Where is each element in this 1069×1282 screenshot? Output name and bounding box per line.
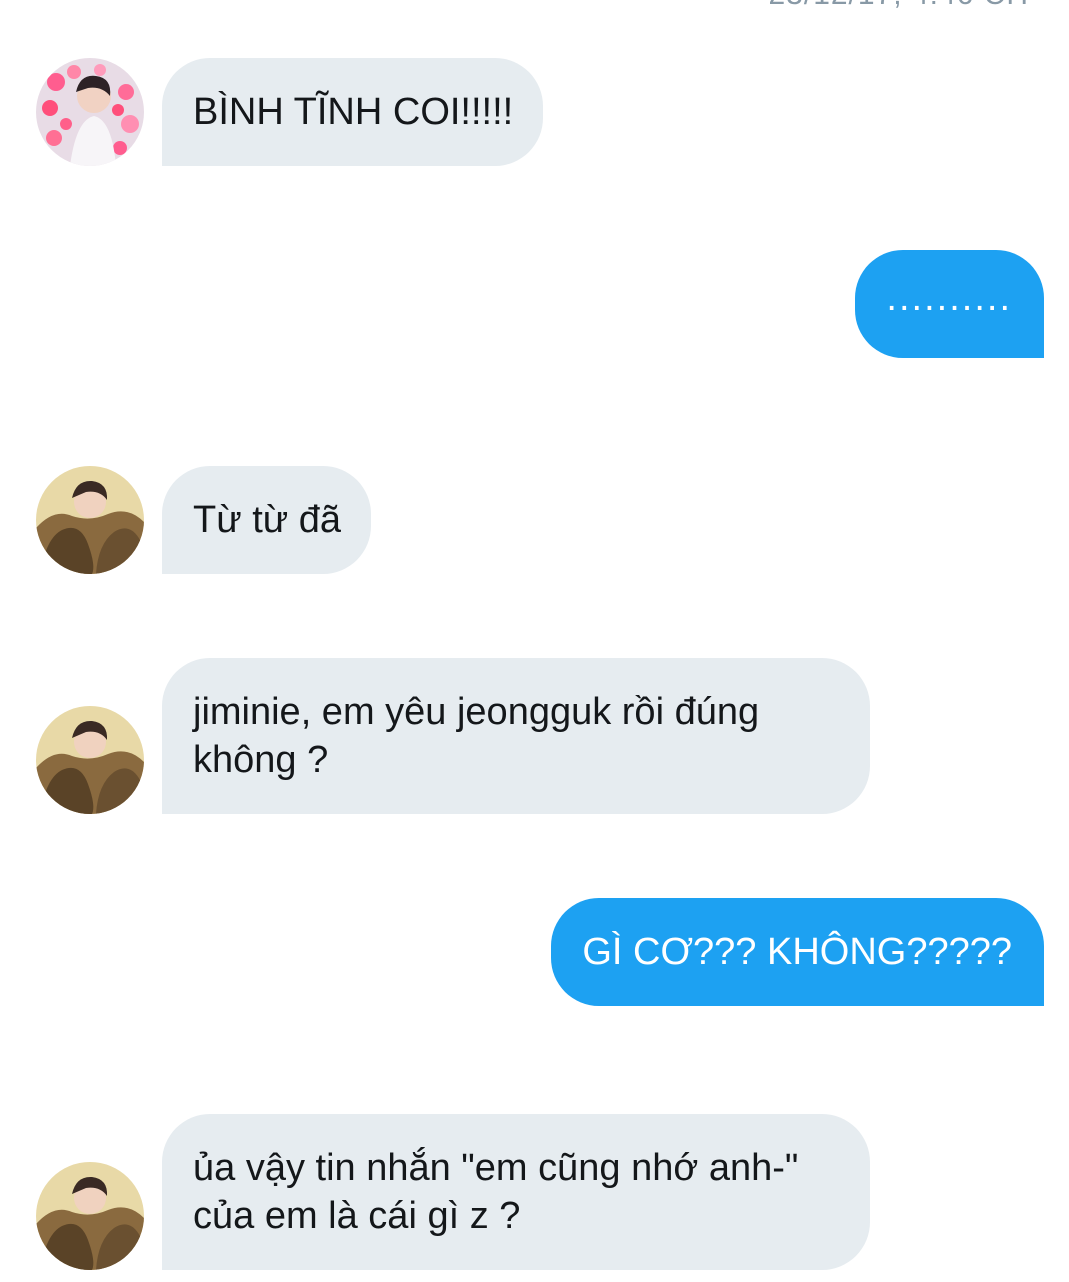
outgoing-message-bubble[interactable]: .......... — [855, 250, 1044, 358]
incoming-message-bubble[interactable]: jiminie, em yêu jeongguk rồi đúng không … — [162, 658, 870, 814]
message-text: jiminie, em yêu jeongguk rồi đúng không … — [193, 691, 770, 781]
message-text: BÌNH TĨNH COI!!!!! — [193, 91, 514, 133]
message-text: ủa vậy tin nhắn "em cũng nhớ anh-" của e… — [193, 1147, 809, 1237]
incoming-message-bubble[interactable]: ủa vậy tin nhắn "em cũng nhớ anh-" của e… — [162, 1114, 870, 1270]
incoming-message-bubble[interactable]: BÌNH TĨNH COI!!!!! — [162, 58, 544, 166]
fur-coat-avatar-icon[interactable] — [36, 1162, 144, 1270]
message-text: GÌ CƠ??? KHÔNG????? — [582, 931, 1012, 973]
message-text: Từ từ đã — [193, 499, 342, 541]
pink-hearts-avatar-icon[interactable] — [36, 58, 144, 166]
fur-coat-avatar-icon[interactable] — [36, 466, 144, 574]
fur-coat-avatar-icon[interactable] — [36, 706, 144, 814]
message-text: .......... — [886, 277, 1012, 319]
outgoing-message-bubble[interactable]: GÌ CƠ??? KHÔNG????? — [551, 898, 1044, 1006]
message-timestamp: 23/12/17, 4:46 CH — [768, 0, 1029, 12]
incoming-message-bubble[interactable]: Từ từ đã — [162, 466, 372, 574]
